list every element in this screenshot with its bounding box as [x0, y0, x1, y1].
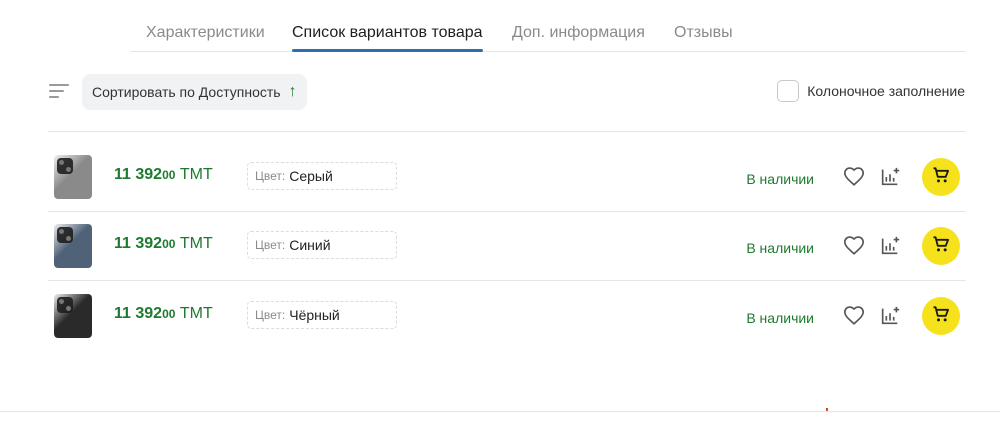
variant-row: 11 39200 TMT Цвет: Чёрный В наличии: [48, 281, 966, 351]
variant-color-spec: Цвет: Чёрный: [247, 301, 397, 329]
camera-module-icon: [57, 297, 73, 313]
variant-price: 11 39200 TMT: [114, 305, 213, 322]
variant-price: 11 39200 TMT: [114, 166, 213, 183]
tab-reviews[interactable]: Отзывы: [674, 24, 733, 42]
favorite-heart-icon[interactable]: [843, 235, 865, 257]
cart-icon: [931, 165, 951, 190]
add-to-cart-button[interactable]: [922, 158, 960, 196]
tab-characteristics[interactable]: Характеристики: [146, 24, 265, 42]
arrow-up-icon: ↑: [288, 83, 297, 100]
product-tabs: Характеристики Список вариантов товара Д…: [130, 18, 966, 52]
variant-row: 11 39200 TMT Цвет: Синий В наличии: [48, 211, 966, 281]
cart-icon: [931, 304, 951, 329]
footer-divider: [0, 411, 1000, 412]
sort-button[interactable]: Сортировать по Доступность ↑: [82, 74, 307, 110]
product-thumbnail[interactable]: [54, 294, 92, 338]
decorative-mark: [826, 408, 828, 411]
product-thumbnail[interactable]: [54, 224, 92, 268]
cart-icon: [931, 234, 951, 259]
favorite-heart-icon[interactable]: [843, 305, 865, 327]
column-fill-option[interactable]: Колоночное заполнение: [777, 80, 965, 102]
column-fill-label: Колоночное заполнение: [807, 83, 965, 99]
camera-module-icon: [57, 158, 73, 174]
variant-color-spec: Цвет: Синий: [247, 231, 397, 259]
favorite-heart-icon[interactable]: [843, 166, 865, 188]
column-fill-checkbox[interactable]: [777, 80, 800, 102]
stock-status: В наличии: [746, 310, 814, 326]
stock-status: В наличии: [746, 171, 814, 187]
stock-status: В наличии: [746, 240, 814, 256]
tab-additional-info[interactable]: Доп. информация: [512, 24, 645, 42]
compare-chart-icon[interactable]: [879, 235, 901, 257]
add-to-cart-button[interactable]: [922, 227, 960, 265]
compare-chart-icon[interactable]: [879, 305, 901, 327]
sort-lines-icon[interactable]: [49, 84, 69, 100]
variant-row: 11 39200 TMT Цвет: Серый В наличии: [48, 142, 966, 212]
sort-label: Сортировать по Доступность: [92, 84, 281, 100]
compare-chart-icon[interactable]: [879, 166, 901, 188]
tab-variants-list[interactable]: Список вариантов товара: [292, 24, 483, 52]
add-to-cart-button[interactable]: [922, 297, 960, 335]
variant-color-spec: Цвет: Серый: [247, 162, 397, 190]
list-divider: [48, 131, 966, 132]
camera-module-icon: [57, 227, 73, 243]
product-thumbnail[interactable]: [54, 155, 92, 199]
variant-price: 11 39200 TMT: [114, 235, 213, 252]
